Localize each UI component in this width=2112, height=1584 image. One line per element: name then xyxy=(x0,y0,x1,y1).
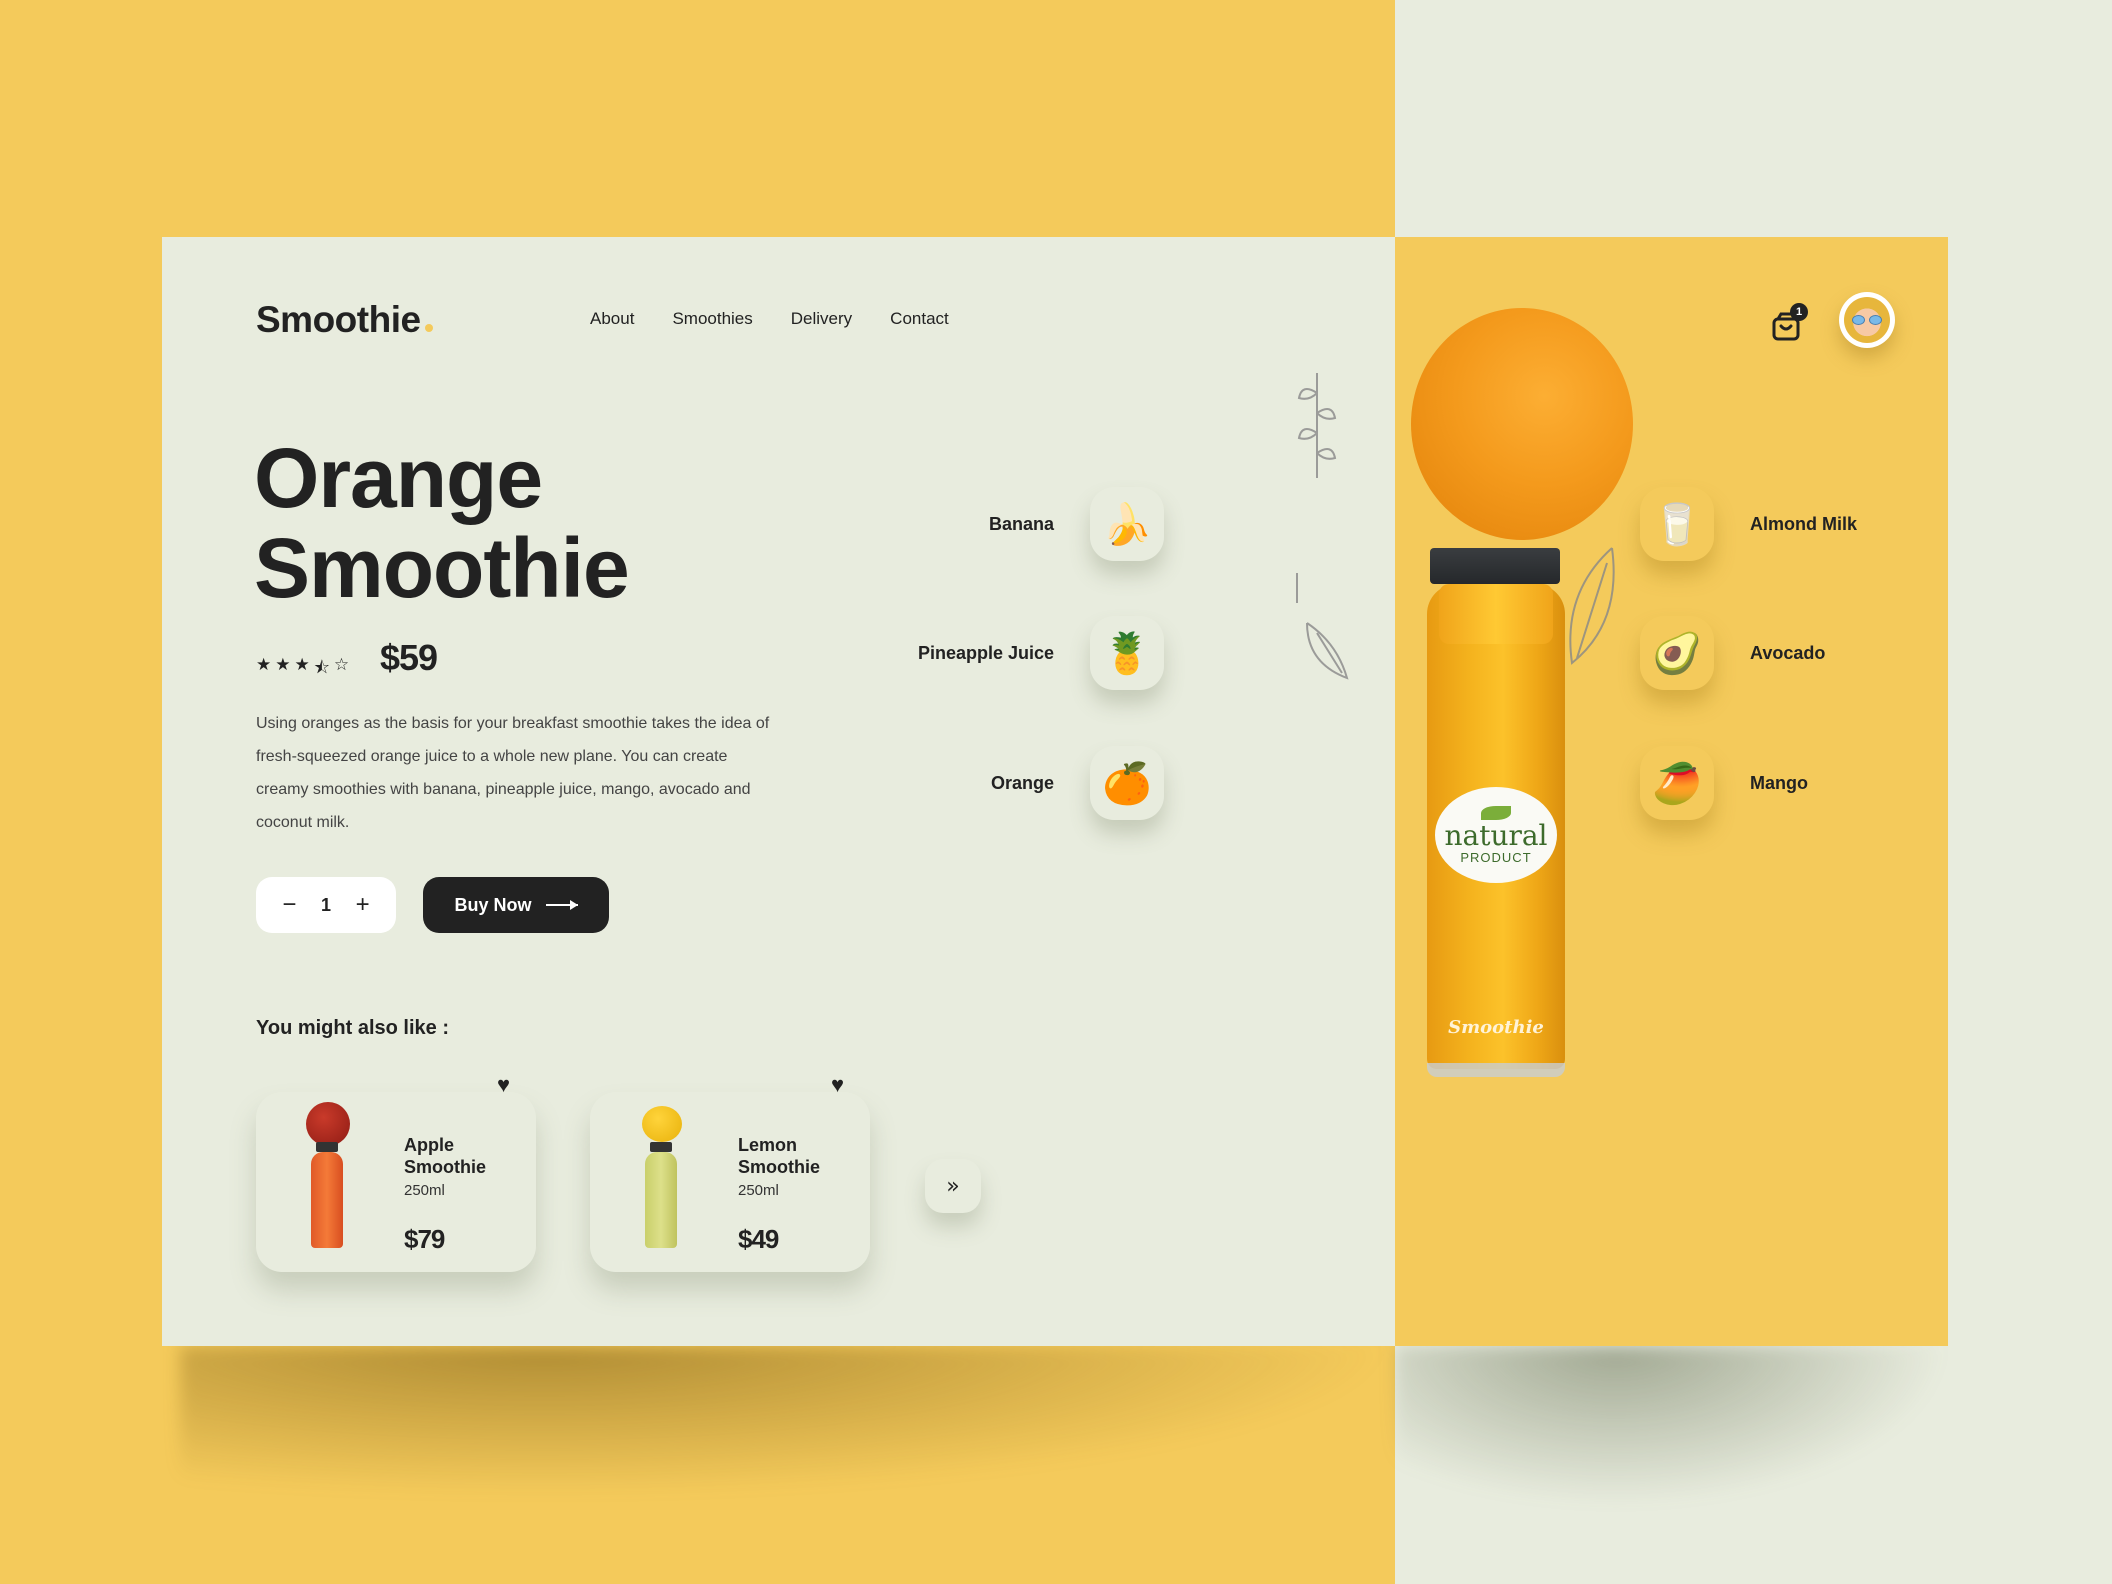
frame-shadow-right xyxy=(1395,1346,1948,1506)
lemon-smoothie-image xyxy=(638,1102,684,1252)
avocado-icon: 🥑 xyxy=(1640,616,1714,690)
apple-smoothie-image xyxy=(304,1102,350,1252)
bottle-cap xyxy=(1430,548,1560,584)
product-card-price: $49 xyxy=(738,1224,779,1254)
next-products-button[interactable]: » xyxy=(925,1159,981,1213)
user-avatar[interactable] xyxy=(1839,292,1895,348)
cart-count-badge: 1 xyxy=(1790,303,1808,321)
banana-icon: 🍌 xyxy=(1090,487,1164,561)
logo-dot xyxy=(424,324,433,332)
ingredient-orange[interactable]: Orange 🍊 xyxy=(991,746,1164,820)
star-icon-full: ★ xyxy=(275,655,291,674)
quantity-stepper: − 1 + xyxy=(256,877,396,933)
mango-icon: 🥭 xyxy=(1640,746,1714,820)
product-card-price: $79 xyxy=(404,1224,445,1254)
ingredient-label: Mango xyxy=(1750,772,1808,793)
product-title: Orange Smoothie xyxy=(254,431,630,615)
juice-bottle: natural PRODUCT Smoothie xyxy=(1427,584,1565,1069)
star-rating: ★ ★ ★ ⯪ ☆ xyxy=(256,655,349,684)
ingredient-label: Pineapple Juice xyxy=(917,642,1054,663)
double-chevron-right-icon: » xyxy=(946,1173,960,1199)
avatar-image xyxy=(1844,297,1890,343)
product-card[interactable]: ♥ Apple Smoothie 250ml $79 xyxy=(256,1072,536,1272)
pineapple-juice-icon: 🍍 xyxy=(1090,616,1164,690)
quantity-value: 1 xyxy=(320,894,331,915)
ingredient-banana[interactable]: Banana 🍌 xyxy=(989,487,1164,561)
buy-now-button[interactable]: Buy Now xyxy=(423,877,609,933)
sunglasses-icon xyxy=(1852,315,1882,325)
ingredient-avocado[interactable]: 🥑 Avocado xyxy=(1640,616,1825,690)
ingredient-label: Avocado xyxy=(1750,642,1826,663)
heart-icon[interactable]: ♥ xyxy=(497,1072,510,1098)
ingredient-label: Orange xyxy=(990,772,1054,793)
product-card-name: Lemon Smoothie xyxy=(738,1135,821,1177)
label-main-text: natural xyxy=(1444,818,1548,852)
nav-delivery[interactable]: Delivery xyxy=(791,309,852,329)
nav-smoothies[interactable]: Smoothies xyxy=(672,309,752,329)
landing-page-frame: Smoothie About Smoothies Delivery Contac… xyxy=(162,237,1948,1346)
frame-shadow-left xyxy=(180,1346,1395,1496)
nav-about[interactable]: About xyxy=(590,309,634,329)
orange-fruit-image xyxy=(1411,308,1633,540)
nav-contact[interactable]: Contact xyxy=(890,309,949,329)
heart-icon[interactable]: ♥ xyxy=(831,1072,844,1098)
bottle-brand-text: Smoothie xyxy=(1448,1017,1544,1038)
product-price: $59 xyxy=(380,637,438,678)
label-sub-text: PRODUCT xyxy=(1460,849,1532,865)
star-icon-full: ★ xyxy=(256,655,272,674)
star-icon-empty: ☆ xyxy=(333,655,350,674)
ingredient-pineapple-juice[interactable]: Pineapple Juice 🍍 xyxy=(918,616,1164,690)
ingredient-almond-milk[interactable]: 🥛 Almond Milk xyxy=(1640,487,1857,561)
logo[interactable]: Smoothie xyxy=(256,299,433,341)
arrow-right-icon xyxy=(545,900,578,910)
product-card[interactable]: ♥ Lemon Smoothie 250ml $49 xyxy=(590,1072,870,1272)
orange-icon: 🍊 xyxy=(1090,746,1164,820)
leaf-icon xyxy=(1481,805,1511,820)
ingredient-mango[interactable]: 🥭 Mango xyxy=(1640,746,1808,820)
buy-now-label: Buy Now xyxy=(454,894,532,915)
star-icon-full: ★ xyxy=(294,655,310,674)
natural-product-label: natural PRODUCT xyxy=(1435,787,1557,883)
title-line-1: Orange xyxy=(254,431,543,525)
ingredient-label: Almond Milk xyxy=(1750,513,1857,534)
star-icon-half: ⯪ xyxy=(313,658,330,677)
product-card-volume: 250ml xyxy=(404,1182,445,1199)
product-card-volume: 250ml xyxy=(738,1182,779,1199)
decrease-quantity-button[interactable]: − xyxy=(282,891,296,919)
logo-text: Smoothie xyxy=(256,299,421,340)
almond-milk-icon: 🥛 xyxy=(1640,487,1714,561)
recommendations-heading: You might also like : xyxy=(256,1017,449,1039)
ingredient-label: Banana xyxy=(988,513,1054,534)
increase-quantity-button[interactable]: + xyxy=(356,891,370,919)
leaf-sketch-icon xyxy=(1296,573,1349,680)
product-card-name: Apple Smoothie xyxy=(404,1135,487,1177)
hero-bottle-image: natural PRODUCT Smoothie xyxy=(1287,303,1647,1203)
leaf-sketch-icon xyxy=(1297,373,1337,478)
bottle-base xyxy=(1427,1063,1565,1077)
title-line-2: Smoothie xyxy=(254,521,630,615)
main-nav: About Smoothies Delivery Contact xyxy=(590,309,949,329)
product-description: Using oranges as the basis for your brea… xyxy=(256,715,770,831)
